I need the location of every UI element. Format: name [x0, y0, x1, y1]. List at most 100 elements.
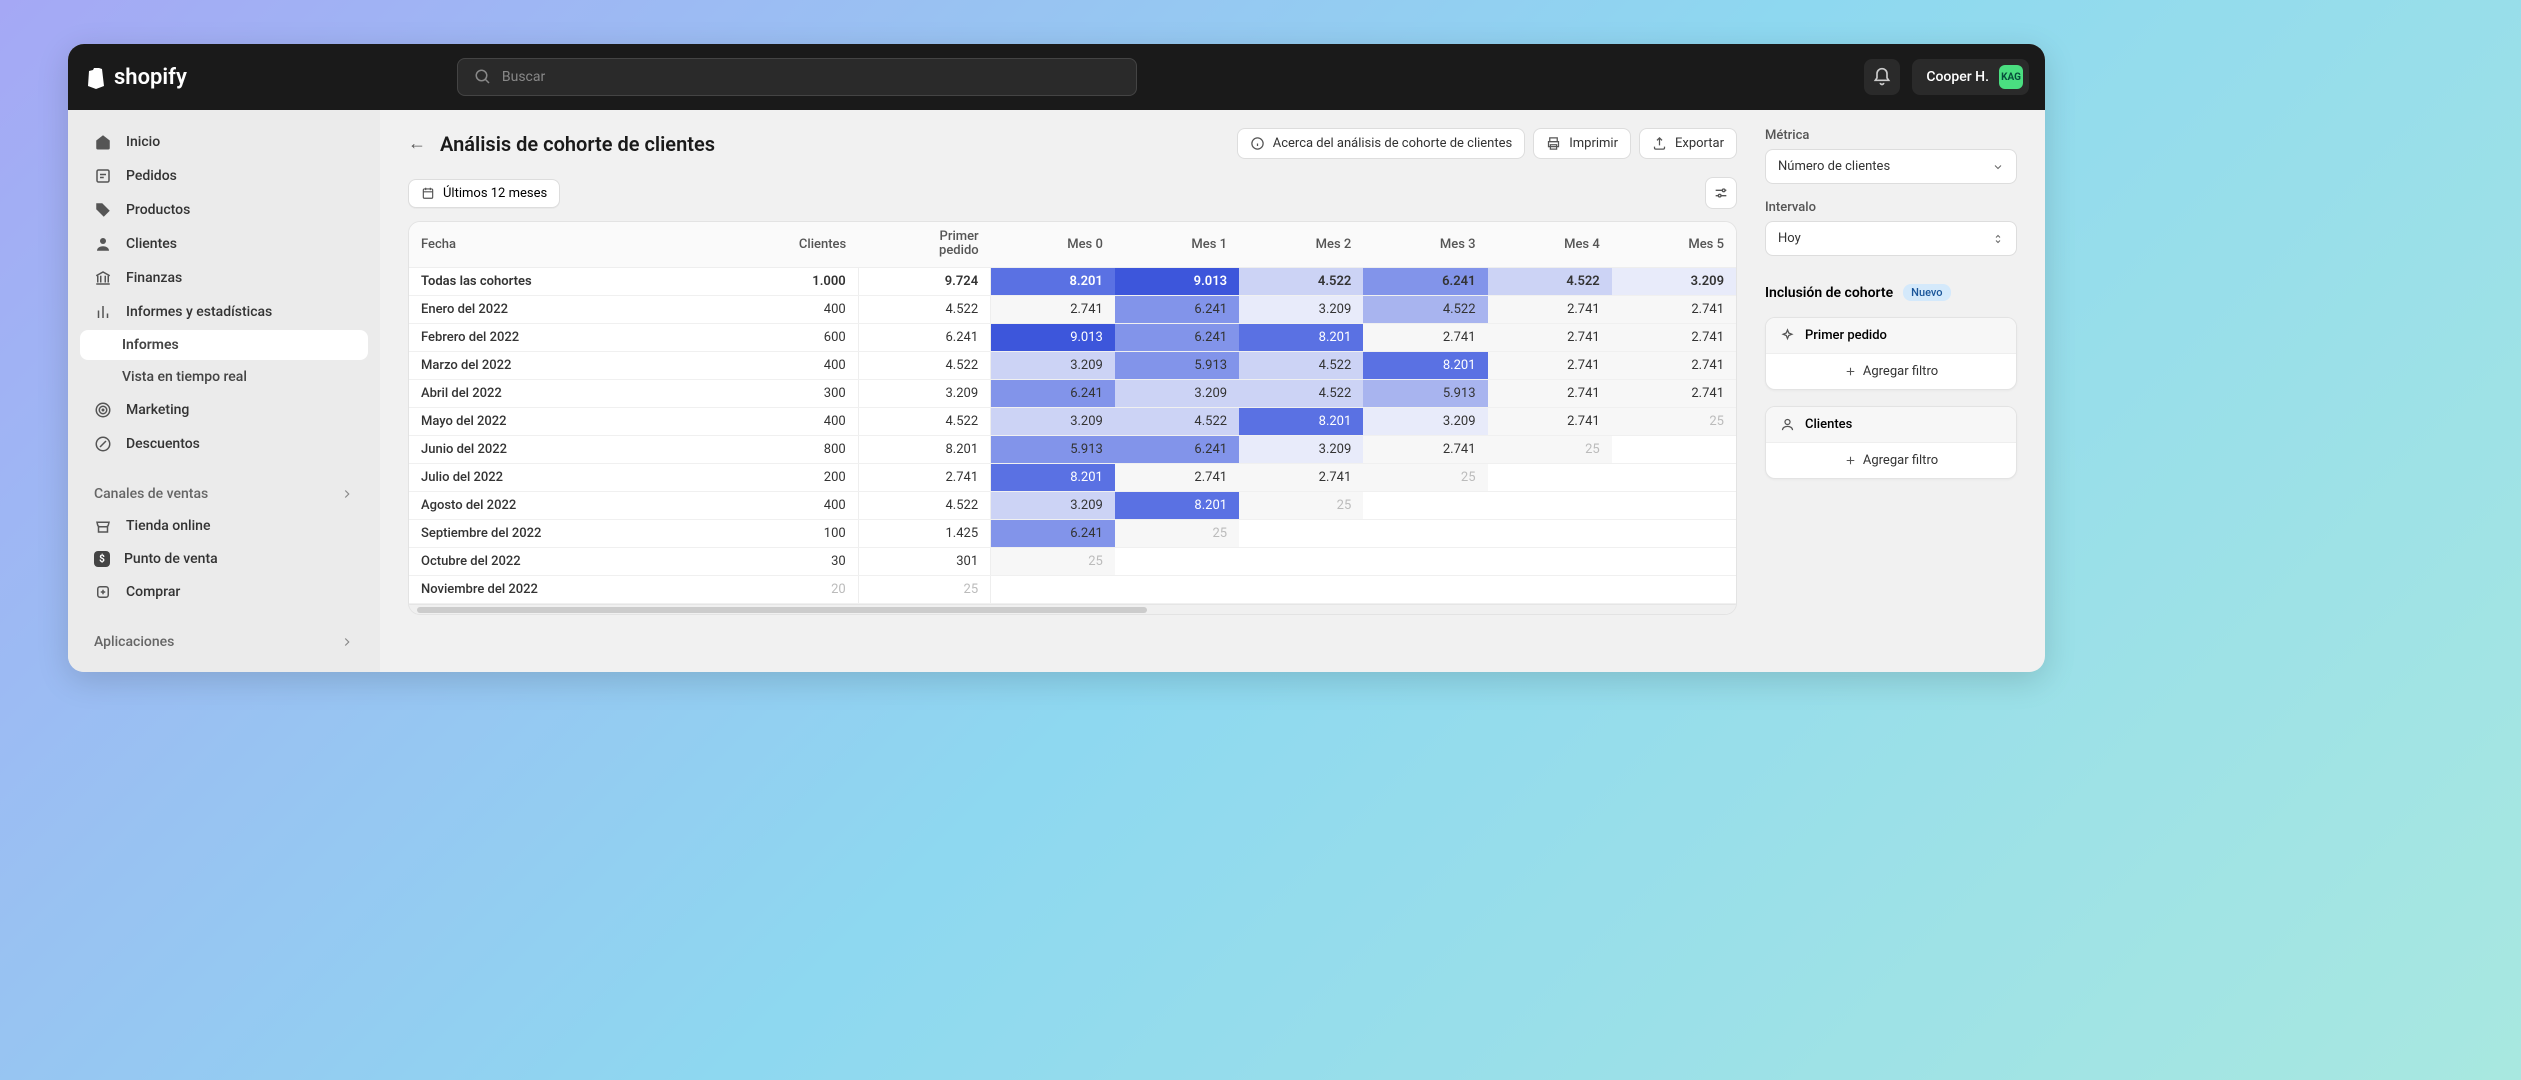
new-badge: Nuevo: [1903, 284, 1950, 301]
table-row[interactable]: Agosto del 20224004.5223.2098.20125: [409, 491, 1736, 519]
nav-marketing[interactable]: Marketing: [80, 394, 368, 426]
back-button[interactable]: ←: [408, 133, 426, 154]
row-label: Abril del 2022: [409, 379, 710, 407]
heat-cell: 4.522: [1239, 351, 1363, 379]
nav-orders[interactable]: Pedidos: [80, 160, 368, 192]
heat-cell: 4.522: [1363, 295, 1487, 323]
heat-cell: 4.522: [1115, 407, 1239, 435]
page-title: Análisis de cohorte de clientes: [440, 132, 715, 156]
heat-cell: [1363, 519, 1487, 547]
heat-cell: [1612, 547, 1736, 575]
metric-select[interactable]: Número de clientes: [1765, 149, 2017, 184]
table-row[interactable]: Marzo del 20224004.5223.2095.9134.5228.2…: [409, 351, 1736, 379]
search-placeholder: Buscar: [502, 69, 545, 85]
add-filter-customers[interactable]: Agregar filtro: [1766, 443, 2016, 478]
table-row[interactable]: Septiembre del 20221001.4256.24125: [409, 519, 1736, 547]
nav-analytics[interactable]: Informes y estadísticas: [80, 296, 368, 328]
heat-cell: 2.741: [1363, 323, 1487, 351]
column-header[interactable]: Mes 1: [1115, 222, 1239, 267]
notifications-button[interactable]: [1864, 59, 1900, 95]
interval-select[interactable]: Hoy: [1765, 221, 2017, 256]
nav-home[interactable]: Inicio: [80, 126, 368, 158]
heat-cell: 3.209: [1115, 379, 1239, 407]
row-label: Septiembre del 2022: [409, 519, 710, 547]
nav-online-store[interactable]: Tienda online: [80, 510, 368, 542]
date-range-chip[interactable]: Últimos 12 meses: [408, 179, 560, 208]
heat-cell: 3.209: [1612, 267, 1736, 295]
horizontal-scrollbar[interactable]: [409, 604, 1736, 614]
heat-cell: [1612, 491, 1736, 519]
heat-cell: [1488, 575, 1612, 603]
heat-cell: 2.741: [991, 295, 1115, 323]
cell: 4.522: [858, 491, 990, 519]
column-header[interactable]: Mes 3: [1363, 222, 1487, 267]
plus-icon: [1844, 365, 1857, 378]
heat-cell: 6.241: [991, 379, 1115, 407]
column-header[interactable]: Mes 5: [1612, 222, 1736, 267]
nav-apps-section[interactable]: Aplicaciones: [80, 628, 368, 656]
user-menu[interactable]: Cooper H. KAG: [1912, 59, 2029, 95]
heat-cell: 3.209: [991, 351, 1115, 379]
export-icon: [1652, 136, 1667, 151]
table-row[interactable]: Febrero del 20226006.2419.0136.2418.2012…: [409, 323, 1736, 351]
nav-discounts[interactable]: Descuentos: [80, 428, 368, 460]
heat-cell: 8.201: [1363, 351, 1487, 379]
heat-cell: [1363, 491, 1487, 519]
calendar-icon: [421, 186, 435, 200]
add-filter-first-order[interactable]: Agregar filtro: [1766, 354, 2016, 389]
table-row[interactable]: Abril del 20223003.2096.2413.2094.5225.9…: [409, 379, 1736, 407]
nav-live[interactable]: Vista en tiempo real: [80, 362, 368, 392]
search-input[interactable]: Buscar: [457, 58, 1137, 96]
table-row[interactable]: Enero del 20224004.5222.7416.2413.2094.5…: [409, 295, 1736, 323]
cell: 301: [858, 547, 990, 575]
brand-text: shopify: [114, 65, 187, 90]
table-row[interactable]: Todas las cohortes1.0009.7248.2019.0134.…: [409, 267, 1736, 295]
sparkle-icon: [1780, 328, 1795, 343]
row-label: Agosto del 2022: [409, 491, 710, 519]
column-header[interactable]: Mes 4: [1488, 222, 1612, 267]
tag-icon: [94, 201, 112, 219]
heat-cell: [1115, 575, 1239, 603]
heat-cell: [1239, 575, 1363, 603]
nav-reports[interactable]: Informes: [80, 330, 368, 360]
heat-cell: 4.522: [1239, 267, 1363, 295]
nav-products[interactable]: Productos: [80, 194, 368, 226]
nav-customers[interactable]: Clientes: [80, 228, 368, 260]
chevron-updown-icon: [1992, 233, 2004, 245]
nav-pos[interactable]: $Punto de venta: [80, 544, 368, 574]
table-row[interactable]: Mayo del 20224004.5223.2094.5228.2013.20…: [409, 407, 1736, 435]
export-button[interactable]: Exportar: [1639, 128, 1737, 159]
print-icon: [1546, 136, 1561, 151]
heat-cell: [1239, 519, 1363, 547]
table-settings-button[interactable]: [1705, 177, 1737, 209]
column-header[interactable]: Fecha: [409, 222, 710, 267]
nav-finance[interactable]: Finanzas: [80, 262, 368, 294]
table-row[interactable]: Julio del 20222002.7418.2012.7412.74125: [409, 463, 1736, 491]
metric-label: Métrica: [1765, 128, 2017, 143]
about-button[interactable]: Acerca del análisis de cohorte de client…: [1237, 128, 1525, 159]
column-header[interactable]: Clientes: [710, 222, 858, 267]
cell: 400: [710, 407, 858, 435]
heat-cell: 8.201: [1115, 491, 1239, 519]
cell: 25: [858, 575, 990, 603]
column-header[interactable]: Mes 0: [991, 222, 1115, 267]
table-row[interactable]: Junio del 20228008.2015.9136.2413.2092.7…: [409, 435, 1736, 463]
table-row[interactable]: Noviembre del 20222025: [409, 575, 1736, 603]
logo[interactable]: shopify: [84, 65, 187, 90]
heat-cell: [1612, 519, 1736, 547]
bank-icon: [94, 269, 112, 287]
print-button[interactable]: Imprimir: [1533, 128, 1631, 159]
right-panel: Métrica Número de clientes Intervalo Hoy…: [1765, 128, 2017, 654]
bell-icon: [1872, 67, 1892, 87]
nav-buy[interactable]: Comprar: [80, 576, 368, 608]
filter-customers: Clientes Agregar filtro: [1765, 406, 2017, 479]
cell: 400: [710, 295, 858, 323]
column-header[interactable]: Primerpedido: [858, 222, 990, 267]
nav-channels-section[interactable]: Canales de ventas: [80, 480, 368, 508]
row-label: Mayo del 2022: [409, 407, 710, 435]
column-header[interactable]: Mes 2: [1239, 222, 1363, 267]
heat-cell: 25: [1115, 519, 1239, 547]
cell: 8.201: [858, 435, 990, 463]
heat-cell: 8.201: [991, 463, 1115, 491]
table-row[interactable]: Octubre del 20223030125: [409, 547, 1736, 575]
